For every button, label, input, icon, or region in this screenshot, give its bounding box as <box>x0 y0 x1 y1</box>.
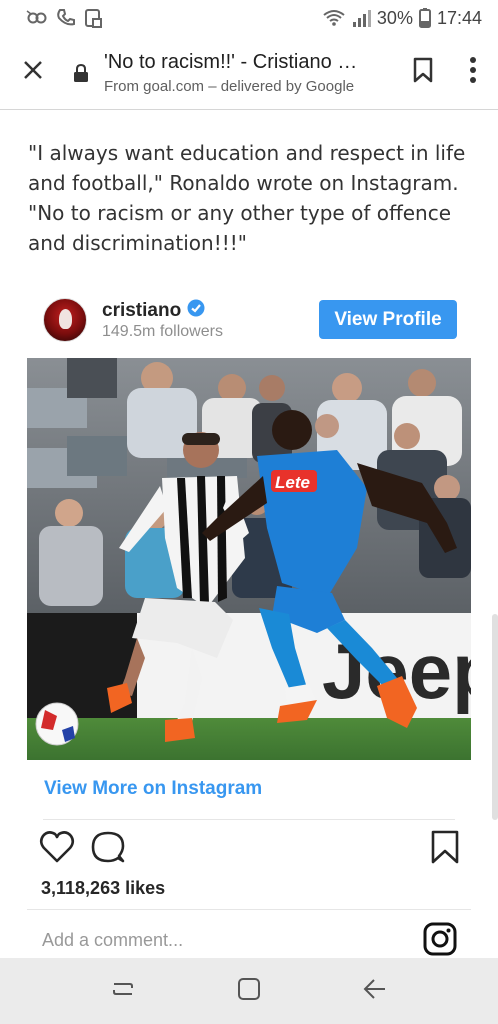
home-button[interactable] <box>219 966 279 1016</box>
instagram-username-row[interactable]: cristiano <box>102 299 205 323</box>
instagram-logo-icon[interactable] <box>423 922 457 961</box>
home-icon <box>236 976 262 1007</box>
custom-tab-header: 'No to racism!!' - Cristiano Ronaldo Fro… <box>0 36 498 110</box>
phone-icon <box>56 8 76 28</box>
instagram-username[interactable]: cristiano <box>102 300 181 322</box>
instagram-post-photo[interactable]: Jeep Lete <box>27 358 471 760</box>
jersey-sponsor: Lete <box>275 473 310 492</box>
back-icon <box>362 976 388 1007</box>
close-button[interactable] <box>0 36 66 110</box>
system-navigation-bar <box>0 958 498 1024</box>
recents-button[interactable] <box>93 966 153 1016</box>
comment-input[interactable]: Add a comment... <box>42 930 183 951</box>
page-source: From goal.com – delivered by Google <box>104 77 355 95</box>
link-icon <box>26 9 48 27</box>
battery-icon <box>418 8 431 28</box>
recents-icon <box>110 976 136 1007</box>
lock-icon <box>66 63 96 83</box>
view-more-link[interactable]: View More on Instagram <box>44 778 262 800</box>
tab-titles: 'No to racism!!' - Cristiano Ronaldo Fro… <box>96 51 398 95</box>
signal-icon <box>351 9 371 27</box>
bookmark-icon <box>413 57 433 88</box>
bookmark-button[interactable] <box>398 57 448 88</box>
instagram-embed: cristiano 149.5m followers View Profile <box>27 290 471 958</box>
clock: 17:44 <box>436 7 482 28</box>
follower-count: 149.5m followers <box>102 323 223 340</box>
verified-badge-icon <box>187 299 205 323</box>
battery-percent: 30% <box>376 7 413 28</box>
scrollbar[interactable] <box>492 614 498 820</box>
save-post-icon[interactable] <box>431 830 459 869</box>
comment-icon[interactable] <box>91 830 125 869</box>
instagram-header: cristiano 149.5m followers View Profile <box>27 290 471 358</box>
status-left-icons <box>26 8 102 28</box>
page-title: 'No to racism!!' - Cristiano Ronaldo <box>104 50 364 73</box>
likes-count: 3,118,263 likes <box>41 878 166 898</box>
status-right: 30% 17:44 <box>323 8 482 29</box>
divider <box>27 909 471 910</box>
heart-icon[interactable] <box>39 830 75 869</box>
more-vert-icon <box>469 57 477 88</box>
save-icon <box>84 8 102 28</box>
close-icon <box>23 60 43 85</box>
wifi-icon <box>323 9 345 27</box>
status-bar: 30% 17:44 <box>0 0 498 36</box>
back-button[interactable] <box>345 966 405 1016</box>
article-paragraph: "I always want education and respect in … <box>28 141 466 255</box>
more-options-button[interactable] <box>448 57 498 88</box>
post-actions <box>39 830 459 866</box>
divider <box>43 819 455 820</box>
view-profile-button[interactable]: View Profile <box>319 300 457 339</box>
avatar[interactable] <box>43 298 87 342</box>
